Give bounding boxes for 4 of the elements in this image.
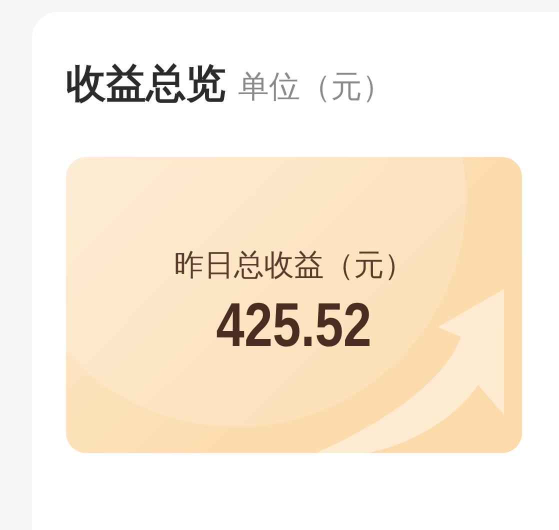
- earnings-value: 425.52: [216, 290, 372, 361]
- unit-label: 单位（元）: [238, 68, 393, 107]
- earnings-label: 昨日总收益（元）: [174, 247, 414, 285]
- section-title: 收益总览: [66, 60, 226, 109]
